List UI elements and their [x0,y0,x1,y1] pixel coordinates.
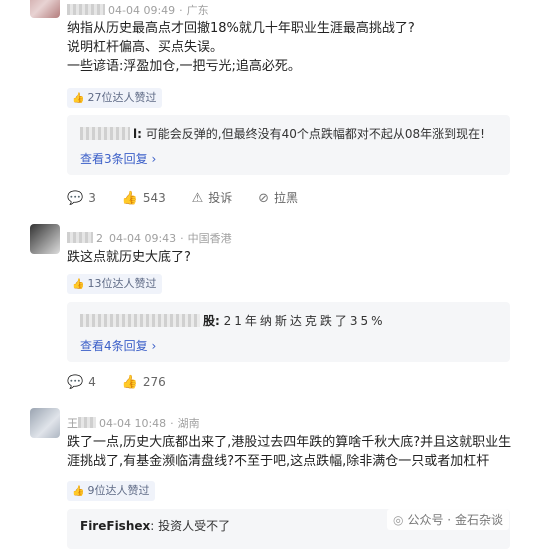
reply-text: 21年纳斯达克跌了35% [223,314,386,328]
view-replies-link[interactable]: 查看3条回复 › [80,150,156,167]
thumbs-up-icon: 👍 [121,375,138,390]
expert-like-badge[interactable]: 👍 9位达人赞过 [67,481,156,501]
reply-line: 股: 21年纳斯达克跌了35% [80,312,386,329]
comment-date: 04-04 09:43 [109,232,177,245]
reply-line: l: 可能会反弹的,但最终没有40个点跌幅都对不起从08年涨到现在! [80,125,485,142]
reply-line: FireFishex: 投资人受不了 [80,519,231,533]
block-button[interactable]: ⊘ 拉黑 [258,189,298,206]
comment-line: 跌这点就历史大底了? [67,250,191,265]
name-suffix: 2 [96,232,103,245]
comment-icon: 💬 [67,191,84,206]
reply-button[interactable]: 💬 3 [67,191,96,206]
comment-location: 湖南 [177,417,200,430]
thumbs-up-icon: 👍 [72,486,85,497]
masked-username [78,417,96,428]
expert-like-badge[interactable]: 👍 27位达人赞过 [67,88,163,108]
comment-actions: 💬 3 👍 543 ⚠ 投诉 ⊘ 拉黑 [67,189,320,206]
comment-meta: 2 04-04 09:43 · 中国香港 [67,230,232,246]
view-replies-link[interactable]: 查看4条回复 › [80,337,156,354]
expert-like-badge[interactable]: 👍 13位达人赞过 [67,274,163,294]
watermark-name: 金石杂谈 [454,513,503,527]
thumbs-up-icon: 👍 [72,93,85,104]
comment-date: 04-04 09:49 [108,4,176,17]
comment-line: 跌了一点,历史大底都出来了,港股过去四年跌的算啥千秋大底?并且这就职业生 [67,435,512,450]
warning-icon: ⚠ [191,191,204,206]
comment-text: 纳指从历史最高点才回撤18%就几十年职业生涯最高挑战了? 说明杠杆偏高、买点失误… [67,19,527,76]
thumbs-up-icon: 👍 [72,279,85,290]
comment-line: 说明杠杆偏高、买点失误。 [67,40,224,55]
like-button[interactable]: 👍 276 [122,375,166,390]
block-icon: ⊘ [258,191,269,206]
chevron-right-icon: › [151,339,157,353]
thumbs-up-icon: 👍 [121,191,138,206]
name-suffix: 王 [67,417,78,430]
chevron-right-icon: › [151,152,157,166]
comment-line: 一些谚语:浮盈加仓,一把亏光;追高必死。 [67,59,301,74]
badge-label: 9位达人赞过 [87,484,150,497]
watermark-prefix: 公众号 · [407,513,452,527]
reply-username: 股: [203,314,220,328]
comment-location: 广东 [186,4,209,17]
reply-button[interactable]: 💬 4 [67,375,96,390]
avatar[interactable] [30,0,60,18]
masked-username [67,4,105,15]
comment-date: 04-04 10:48 [99,417,167,430]
badge-label: 27位达人赞过 [87,91,157,104]
wechat-watermark: ◎ 公众号 · 金石杂谈 [387,509,509,530]
like-button[interactable]: 👍 543 [122,191,166,206]
reply-username: FireFishex [80,519,151,533]
reply-text: 可能会反弹的,但最终没有40个点跌幅都对不起从08年涨到现在! [145,127,485,141]
avatar[interactable] [30,224,60,254]
masked-username [67,232,93,243]
comment-line: 涯挑战了,有基金濒临清盘线?不至于吧,这点跌幅,除非满仓一只或者加杠杆 [67,454,490,469]
wechat-icon: ◎ [393,513,404,527]
comment-actions: 💬 4 👍 276 [67,375,188,390]
avatar[interactable] [30,408,60,438]
comment-meta: 王 04-04 10:48 · 湖南 [67,417,200,430]
comment-text: 跌了一点,历史大底都出来了,港股过去四年跌的算啥千秋大底?并且这就职业生 涯挑战… [67,433,527,471]
comment-line: 纳指从历史最高点才回撤18%就几十年职业生涯最高挑战了? [67,21,415,36]
masked-reply-username [80,314,200,327]
badge-label: 13位达人赞过 [87,277,157,290]
masked-reply-username [80,127,130,140]
reply-box: 股: 21年纳斯达克跌了35% 查看4条回复 › [67,302,510,362]
comment-icon: 💬 [67,375,84,390]
comment-location: 中国香港 [187,232,232,245]
comment-meta: 04-04 09:49 · 广东 [67,2,209,18]
reply-box: l: 可能会反弹的,但最终没有40个点跌幅都对不起从08年涨到现在! 查看3条回… [67,115,510,175]
report-button[interactable]: ⚠ 投诉 [192,189,233,206]
comment-text: 跌这点就历史大底了? [67,248,527,267]
reply-text: 投资人受不了 [158,519,231,533]
